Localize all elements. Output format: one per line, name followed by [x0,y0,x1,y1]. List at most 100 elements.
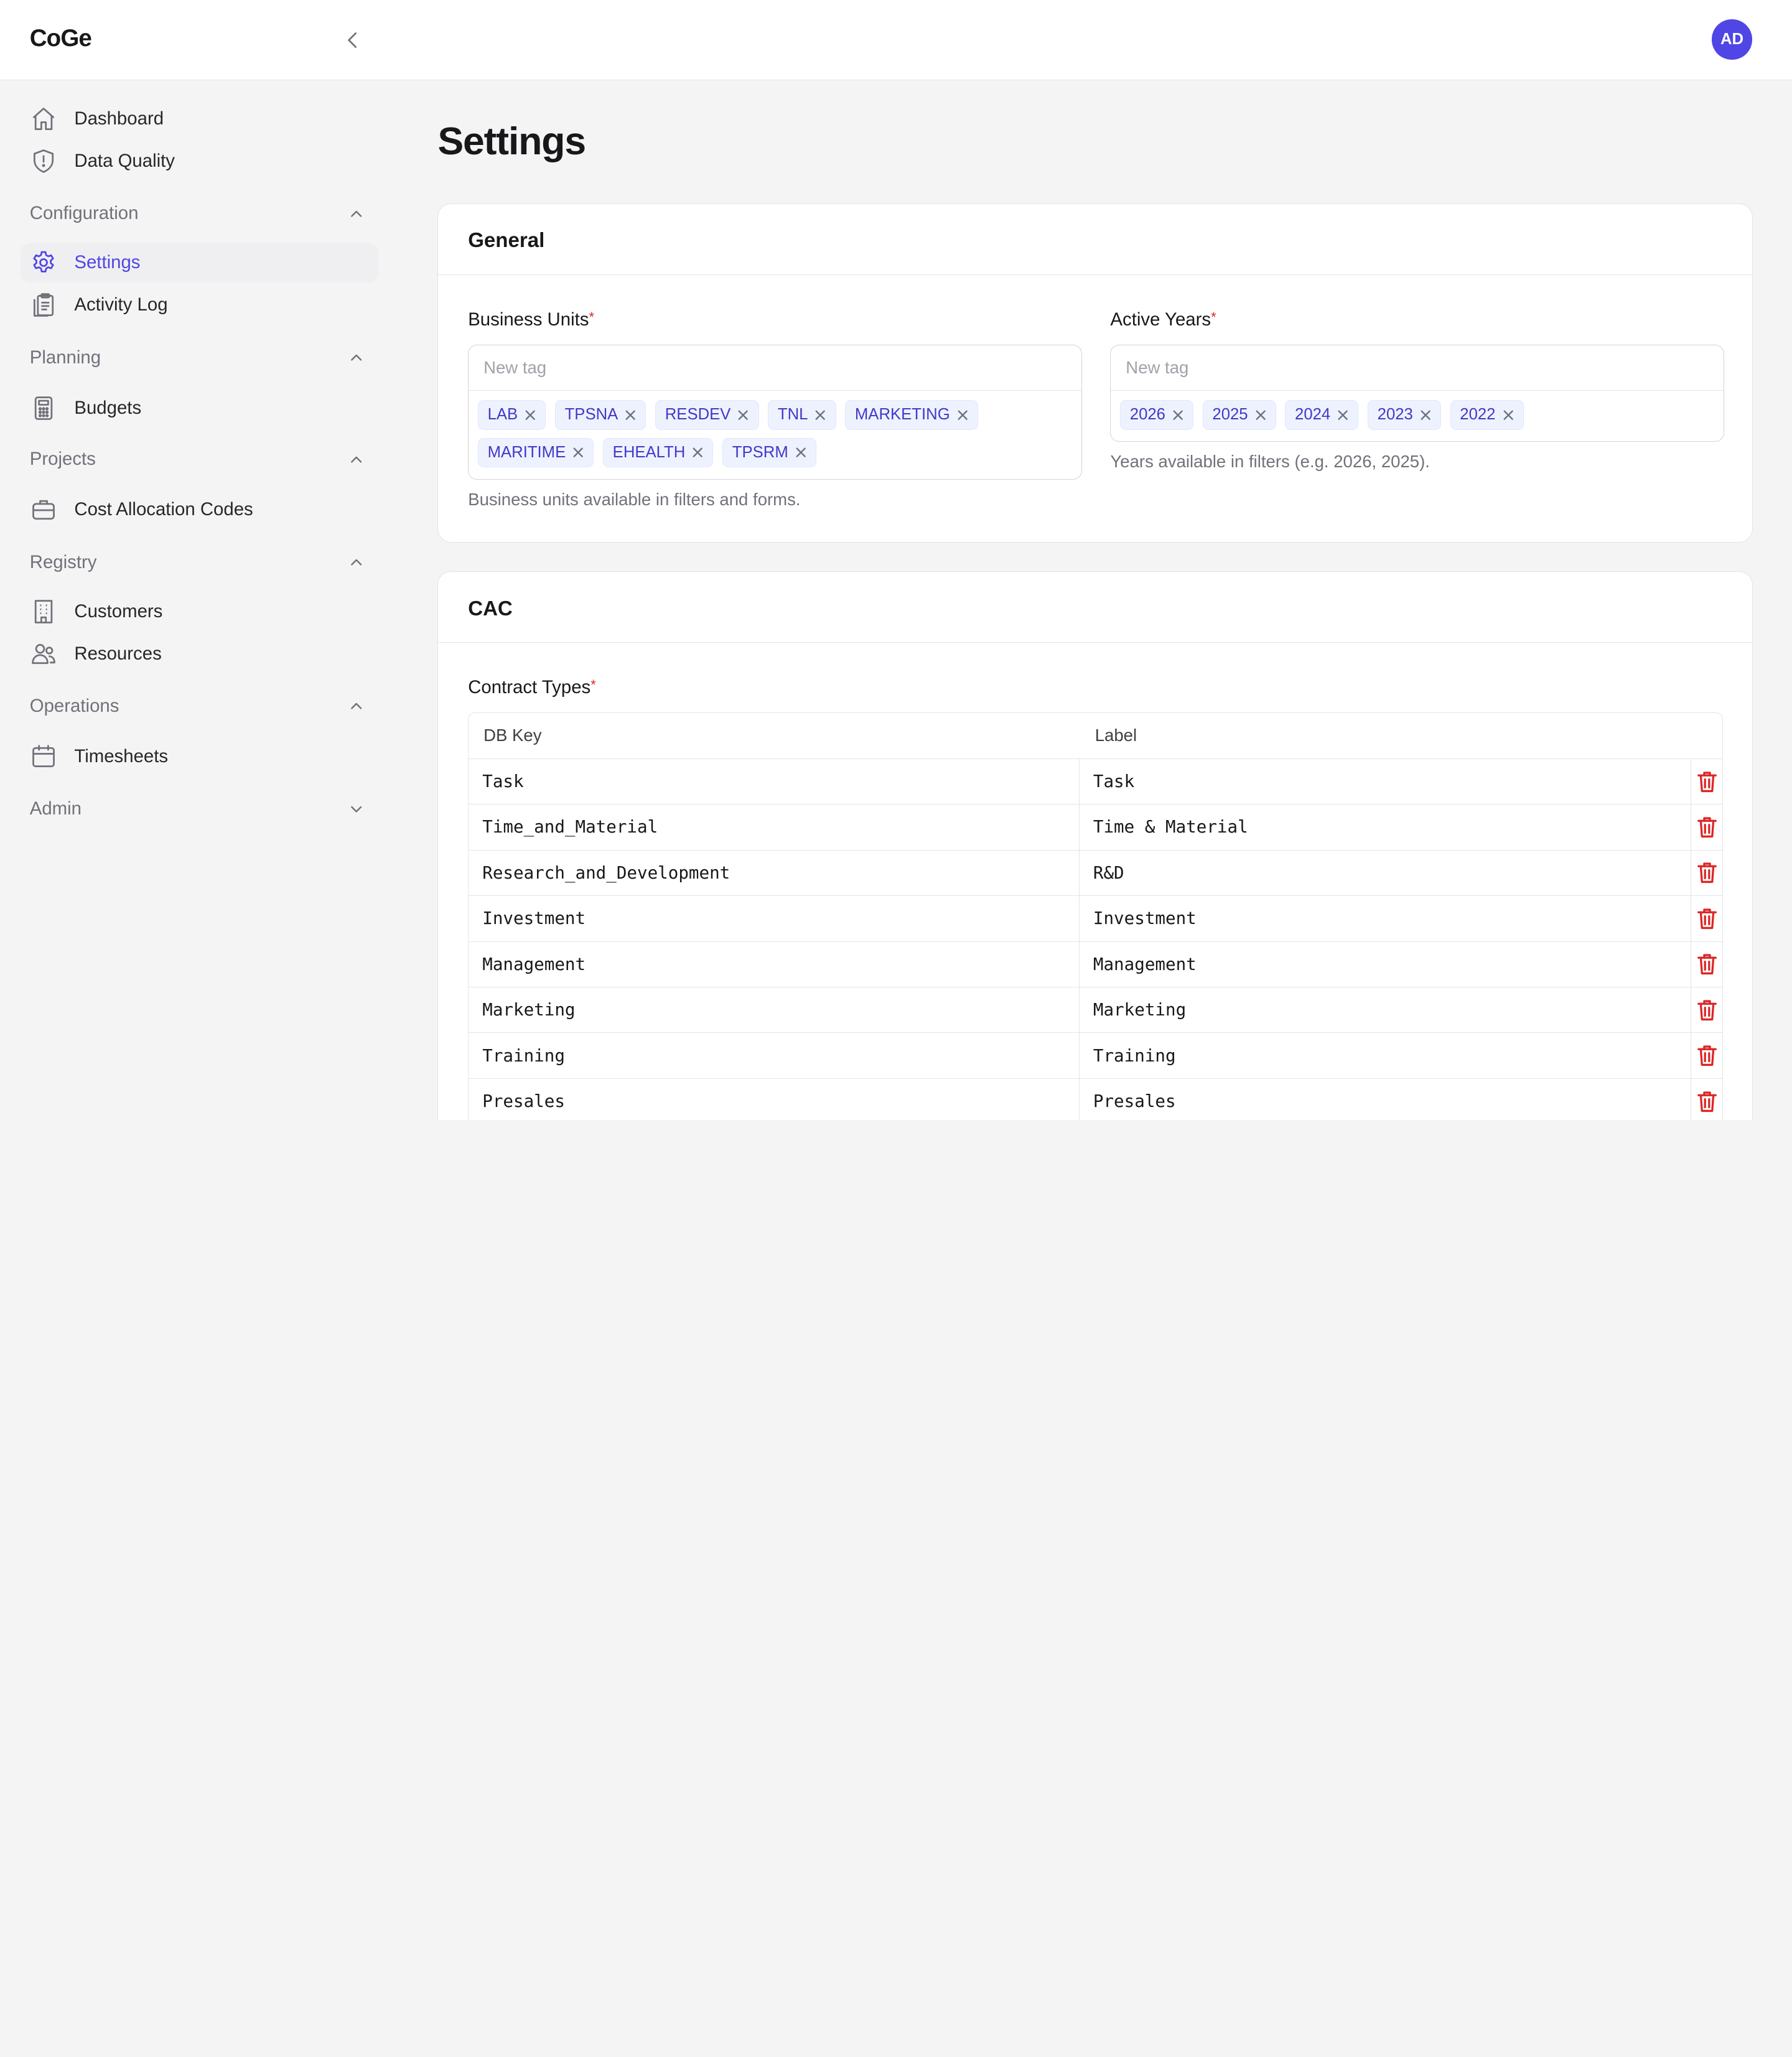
delete-row-button[interactable] [1691,987,1722,1032]
label-cell [1080,1033,1692,1078]
trash-icon [1697,908,1717,929]
business-units-new-tag-input[interactable] [483,358,1066,378]
remove-tag-icon[interactable] [525,409,536,421]
active-years-new-tag-input[interactable] [1126,358,1709,378]
sidebar-section-registry[interactable]: Registry [30,549,373,576]
sidebar-section-planning[interactable]: Planning [30,344,373,371]
db-key-input[interactable] [482,862,1079,883]
sidebar-item-label: Resources [74,643,162,664]
app: CoGe AD Dashboard Data Quality Configura… [0,0,1792,1120]
brand-logo[interactable]: CoGe [30,25,92,52]
tag-label: TPSRM [732,443,788,461]
remove-tag-icon[interactable] [1255,409,1266,421]
db-key-input[interactable] [482,1000,1079,1020]
sidebar-item-data-quality[interactable]: Data Quality [21,142,378,180]
delete-row-button[interactable] [1691,805,1722,849]
building-icon [34,599,53,623]
sidebar-item-budgets[interactable]: Budgets [21,388,378,427]
sidebar-item-label: Settings [74,252,141,273]
card-header: CAC [438,572,1753,643]
db-key-input[interactable] [482,908,1079,929]
sidebar-section-admin[interactable]: Admin [30,795,373,823]
tag-label: EHEALTH [612,443,686,461]
field-label-text: Business Units [468,309,589,330]
remove-tag-icon[interactable] [814,409,826,421]
delete-row-button[interactable] [1691,942,1722,987]
cac-settings-card: CAC Contract Types* DB Key Label [437,571,1753,1120]
sidebar-item-resources[interactable]: Resources [21,634,378,673]
remove-tag-icon[interactable] [795,447,806,458]
required-mark: * [590,677,596,693]
users-icon [31,643,55,664]
trash-icon [1697,1000,1717,1020]
sidebar-item-customers[interactable]: Customers [21,592,378,630]
label-input[interactable] [1093,1000,1691,1020]
label-input[interactable] [1093,1091,1691,1112]
column-header-label: Label [1094,725,1137,745]
label-input[interactable] [1093,771,1691,791]
sidebar-item-dashboard[interactable]: Dashboard [21,100,378,138]
remove-tag-icon[interactable] [625,409,636,421]
table-row [469,850,1722,897]
tag-label: MARITIME [487,443,566,461]
delete-row-button[interactable] [1691,1033,1722,1078]
chevron-left-icon [348,32,357,48]
db-key-input[interactable] [482,1091,1079,1112]
db-key-cell [469,1078,1080,1120]
label-input[interactable] [1093,817,1691,837]
table-row [469,1078,1722,1120]
trash-icon [1697,954,1717,975]
user-avatar[interactable]: AD [1712,19,1752,60]
section-label: Operations [29,696,119,717]
remove-tag-icon[interactable] [1172,409,1183,421]
top-bar: CoGe AD [0,0,1792,80]
sidebar-item-label: Cost Allocation Codes [74,499,253,520]
chevron-down-icon [351,806,362,813]
remove-tag-icon[interactable] [1337,409,1348,421]
sidebar-section-operations[interactable]: Operations [30,693,373,720]
tag-chip: MARKETING [845,399,978,430]
db-key-cell [469,987,1080,1033]
tag-chip: RESDEV [655,399,759,430]
section-label: Registry [29,551,97,572]
tag-chip: MARITIME [477,437,594,468]
delete-row-button[interactable] [1691,759,1722,804]
table-row [469,758,1722,805]
db-key-input[interactable] [482,817,1079,837]
label-cell [1080,941,1692,987]
collapse-sidebar-button[interactable] [338,25,368,55]
calculator-icon [34,396,53,420]
remove-tag-icon[interactable] [572,447,584,458]
clipboard-icon [33,293,54,317]
remove-tag-icon[interactable] [692,447,703,458]
tag-chip: 2024 [1285,399,1359,430]
sidebar-section-configuration[interactable]: Configuration [30,200,373,227]
tag-input-row [1111,345,1724,391]
sidebar-item-cost-allocation-codes[interactable]: Cost Allocation Codes [21,490,378,529]
remove-tag-icon[interactable] [1420,409,1431,421]
label-input[interactable] [1093,908,1691,929]
sidebar-item-settings[interactable]: Settings [21,243,378,282]
remove-tag-icon[interactable] [957,409,968,421]
table-row [469,1033,1722,1079]
sidebar-section-projects[interactable]: Projects [30,445,373,473]
db-key-input[interactable] [482,954,1079,974]
label-input[interactable] [1093,1045,1691,1066]
delete-row-button[interactable] [1691,851,1722,895]
db-key-input[interactable] [482,771,1079,791]
card-header: General [438,204,1753,275]
db-key-input[interactable] [482,1045,1079,1066]
chevron-up-icon [351,210,362,217]
sidebar-item-activity-log[interactable]: Activity Log [21,286,378,324]
card-title: CAC [468,597,513,620]
trash-icon [1697,771,1717,792]
label-input[interactable] [1093,954,1691,974]
sidebar-item-timesheets[interactable]: Timesheets [21,737,378,776]
business-units-label: Business Units* [468,309,594,330]
remove-tag-icon[interactable] [737,409,749,421]
business-units-tag-input: LAB TPSNA RESDEV TNL MARKETING MARITIME … [468,344,1082,480]
delete-row-button[interactable] [1691,896,1722,941]
remove-tag-icon[interactable] [1503,409,1514,421]
delete-row-button[interactable] [1691,1079,1722,1120]
label-input[interactable] [1093,862,1691,883]
